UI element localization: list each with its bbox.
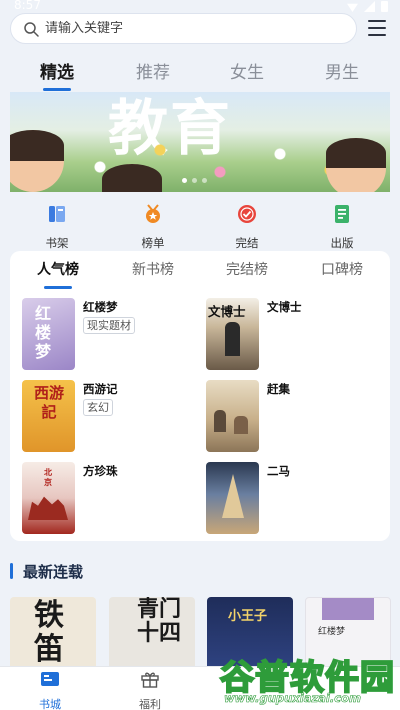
search-box[interactable] xyxy=(10,13,357,44)
tab-male[interactable]: 男生 xyxy=(310,58,374,83)
cover-title: 小王子 xyxy=(228,609,268,624)
book-item[interactable]: 西游記 西游记 玄幻 xyxy=(22,380,197,455)
shortcut-publish[interactable]: 出版 xyxy=(312,200,372,251)
book-tag: 玄幻 xyxy=(83,399,113,416)
shortcut-label: 书架 xyxy=(45,236,69,250)
tab-recommended[interactable]: 推荐 xyxy=(121,58,185,83)
book-cover: 红楼梦 xyxy=(22,298,75,370)
tab-female[interactable]: 女生 xyxy=(215,58,279,83)
cover-figure xyxy=(225,322,240,356)
banner-child xyxy=(102,164,162,192)
book-cover: 西游記 xyxy=(22,380,75,452)
cover-title: 西游記 xyxy=(33,384,64,421)
banner-pager xyxy=(182,178,207,183)
nav-bookstore[interactable]: 书城 xyxy=(20,670,80,710)
ranking-card: 人气榜 新书榜 完结榜 口碑榜 红楼梦 红楼梦 现实题材 文博士 文博士 西游記… xyxy=(10,251,390,541)
book-title: 方珍珠 xyxy=(83,464,118,478)
book-title: 西游记 xyxy=(83,382,118,396)
nav-label: 书城 xyxy=(39,698,61,710)
status-time: 8:57 xyxy=(14,0,41,12)
book-title: 文博士 xyxy=(267,300,302,314)
cover-title: 文博士 xyxy=(208,304,246,319)
cover-title: 铁笛 xyxy=(34,599,64,667)
cover-title: 青门十四 xyxy=(137,597,182,646)
tab-featured[interactable]: 精选 xyxy=(25,58,89,91)
tab-completed-rank[interactable]: 完结榜 xyxy=(217,259,277,279)
category-tabs: 精选 推荐 女生 男生 xyxy=(0,58,400,91)
book-cover xyxy=(206,462,259,534)
shortcut-row: 书架 榜单 完结 出版 xyxy=(0,200,400,251)
promo-banner[interactable]: 教育 xyxy=(10,92,390,192)
cover-title: 红楼梦 xyxy=(318,627,346,637)
status-icons xyxy=(347,1,388,12)
watermark: 谷普软件园 www.gupuxiazai.com xyxy=(219,650,398,710)
cover-title: 红楼梦 xyxy=(34,304,51,361)
search-icon xyxy=(24,21,39,37)
shortcut-bookshelf[interactable]: 书架 xyxy=(27,200,87,251)
watermark-url: www.gupuxiazai.com xyxy=(224,691,362,706)
shortcut-label: 完结 xyxy=(235,236,259,250)
book-item[interactable]: 赶集 xyxy=(206,380,381,455)
shortcut-completed[interactable]: 完结 xyxy=(217,200,277,251)
shortcut-ranking[interactable]: 榜单 xyxy=(123,200,183,251)
book-title: 二马 xyxy=(267,464,290,478)
book-cover xyxy=(206,380,259,452)
gift-icon xyxy=(141,672,159,688)
book-item[interactable]: 二马 xyxy=(206,462,381,537)
publish-doc-icon xyxy=(335,205,349,223)
book-item[interactable]: 红楼梦 红楼梦 现实题材 xyxy=(22,298,197,373)
section-title: 最新连载 xyxy=(23,562,84,581)
pager-dot xyxy=(192,178,197,183)
section-header: 最新连载 xyxy=(10,560,83,582)
book-cover: 文博士 xyxy=(206,298,259,370)
book-title: 红楼梦 xyxy=(83,300,118,314)
shortcut-label: 出版 xyxy=(330,236,354,250)
search-input[interactable] xyxy=(45,21,325,36)
book-cover: 北京 xyxy=(22,462,75,534)
menu-icon[interactable] xyxy=(368,20,386,36)
battery-icon xyxy=(381,1,388,12)
medal-icon xyxy=(146,204,160,223)
tab-popular[interactable]: 人气榜 xyxy=(28,259,88,289)
wifi-icon xyxy=(347,3,358,12)
latest-book-cover[interactable]: 铁笛 xyxy=(10,597,96,667)
signal-icon xyxy=(364,1,375,12)
tab-reputation[interactable]: 口碑榜 xyxy=(312,259,372,279)
completed-badge-icon xyxy=(238,205,256,223)
cover-title: 北京 xyxy=(44,467,52,487)
book-title: 赶集 xyxy=(267,382,290,396)
book-tag: 现实题材 xyxy=(83,317,135,334)
nav-label: 福利 xyxy=(139,698,161,710)
nav-welfare[interactable]: 福利 xyxy=(120,670,180,710)
bookstore-icon xyxy=(41,672,59,686)
latest-book-cover[interactable]: 青门十四 xyxy=(109,597,195,667)
status-bar: 8:57 xyxy=(0,0,400,14)
tab-new-books[interactable]: 新书榜 xyxy=(123,259,183,279)
pager-dot xyxy=(182,178,187,183)
shortcut-label: 榜单 xyxy=(141,236,165,250)
book-item[interactable]: 文博士 文博士 xyxy=(206,298,381,373)
book-item[interactable]: 北京 方珍珠 xyxy=(22,462,197,537)
pager-dot xyxy=(202,178,207,183)
section-accent-bar xyxy=(10,563,13,579)
banner-child xyxy=(326,138,386,192)
bookshelf-icon xyxy=(49,206,65,222)
